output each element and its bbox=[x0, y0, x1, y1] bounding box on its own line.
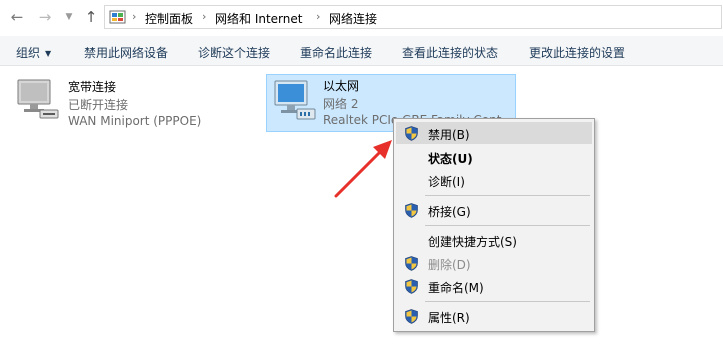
menu-item-label: 禁用(B) bbox=[428, 128, 470, 142]
network-adapter-icon bbox=[274, 80, 316, 120]
breadcrumb-control-panel[interactable]: 控制面板 bbox=[145, 10, 193, 27]
menu-item-diagnose[interactable]: 诊断(I) bbox=[396, 169, 592, 191]
menu-item-label: 桥接(G) bbox=[428, 205, 471, 219]
forward-icon[interactable]: → bbox=[36, 8, 54, 26]
menu-item-label: 重命名(M) bbox=[428, 281, 484, 295]
menu-item-label: 状态(U) bbox=[428, 152, 473, 166]
back-icon[interactable]: ← bbox=[8, 8, 26, 26]
menu-item-create-shortcut[interactable]: 创建快捷方式(S) bbox=[396, 229, 592, 251]
connection-status: 网络 2 bbox=[323, 97, 359, 111]
change-settings-button[interactable]: 更改此连接的设置 bbox=[529, 44, 625, 61]
address-bar-row: ← → ▼ ↑ › 控制面板 › 网络和 Internet › 网络连接 bbox=[0, 0, 723, 36]
connection-status: 已断开连接 bbox=[68, 98, 129, 112]
menu-item-label: 创建快捷方式(S) bbox=[428, 235, 517, 249]
connection-name: 以太网 bbox=[323, 79, 360, 93]
uac-shield-icon bbox=[405, 279, 418, 294]
recent-dropdown-icon[interactable]: ▼ bbox=[60, 8, 78, 26]
menu-item-label: 删除(D) bbox=[428, 258, 471, 272]
up-icon[interactable]: ↑ bbox=[82, 8, 100, 26]
menu-item-label: 诊断(I) bbox=[428, 175, 465, 189]
diagnose-connection-button[interactable]: 诊断这个连接 bbox=[198, 44, 270, 61]
disable-device-button[interactable]: 禁用此网络设备 bbox=[84, 44, 168, 61]
control-panel-icon bbox=[109, 10, 126, 24]
organize-label: 组织 bbox=[16, 46, 41, 60]
view-status-button[interactable]: 查看此连接的状态 bbox=[402, 44, 498, 61]
uac-shield-icon bbox=[405, 126, 418, 141]
uac-shield-icon bbox=[405, 309, 418, 324]
menu-item-status[interactable]: 状态(U) bbox=[396, 146, 592, 168]
menu-item-label: 属性(R) bbox=[428, 311, 470, 325]
connection-item-broadband[interactable]: 宽带连接 已断开连接 WAN Miniport (PPPOE) bbox=[14, 76, 234, 132]
breadcrumb-separator[interactable]: › bbox=[132, 10, 136, 23]
menu-item-delete[interactable]: 删除(D) bbox=[396, 252, 592, 274]
network-adapter-icon bbox=[17, 79, 59, 119]
context-menu: 禁用(B) 状态(U) 诊断(I) 桥接(G) 创建快捷方式(S) 删除(D) … bbox=[393, 118, 595, 332]
menu-item-disable[interactable]: 禁用(B) bbox=[396, 122, 592, 144]
menu-separator bbox=[425, 195, 590, 196]
breadcrumb-network-internet[interactable]: 网络和 Internet bbox=[215, 10, 302, 27]
organize-menu-button[interactable]: 组织 ▼ bbox=[16, 44, 51, 61]
menu-item-rename[interactable]: 重命名(M) bbox=[396, 275, 592, 297]
breadcrumb-network-connections[interactable]: 网络连接 bbox=[329, 10, 377, 27]
uac-shield-icon bbox=[405, 256, 418, 271]
connection-name: 宽带连接 bbox=[68, 80, 117, 94]
menu-item-properties[interactable]: 属性(R) bbox=[396, 305, 592, 327]
menu-item-bridge[interactable]: 桥接(G) bbox=[396, 199, 592, 221]
connection-device: WAN Miniport (PPPOE) bbox=[68, 114, 202, 128]
chevron-down-icon: ▼ bbox=[45, 49, 52, 58]
rename-connection-button[interactable]: 重命名此连接 bbox=[300, 44, 372, 61]
breadcrumb-separator[interactable]: › bbox=[316, 10, 320, 23]
command-bar: 组织 ▼ 禁用此网络设备 诊断这个连接 重命名此连接 查看此连接的状态 更改此连接… bbox=[0, 36, 723, 66]
menu-separator bbox=[425, 301, 590, 302]
address-field[interactable]: › 控制面板 › 网络和 Internet › 网络连接 bbox=[104, 5, 722, 29]
menu-separator bbox=[425, 225, 590, 226]
uac-shield-icon bbox=[405, 203, 418, 218]
breadcrumb-separator[interactable]: › bbox=[202, 10, 206, 23]
